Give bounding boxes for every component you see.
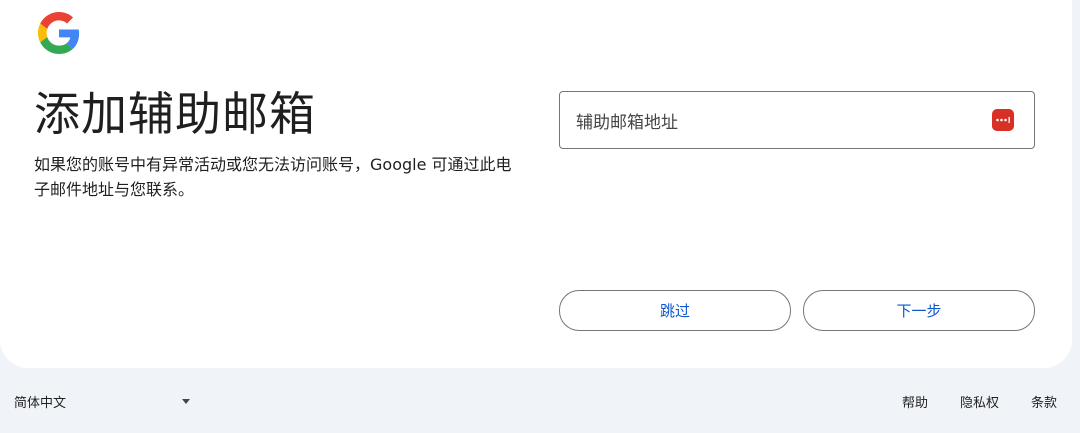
next-button[interactable]: 下一步 [803, 290, 1035, 331]
language-label: 简体中文 [14, 396, 67, 411]
recovery-email-label: 辅助邮箱地址 [576, 112, 678, 133]
terms-link[interactable]: 条款 [1031, 392, 1057, 411]
privacy-link[interactable]: 隐私权 [960, 392, 999, 411]
language-selector[interactable]: 简体中文 [14, 392, 190, 411]
skip-button[interactable]: 跳过 [559, 290, 791, 331]
password-dots-icon [996, 117, 1010, 123]
recovery-email-field[interactable]: 辅助邮箱地址 [559, 91, 1035, 149]
help-link[interactable]: 帮助 [902, 392, 928, 411]
footer: 简体中文 帮助 隐私权 条款 [0, 368, 1080, 433]
caret-down-icon [182, 399, 190, 404]
page-title: 添加辅助邮箱 [34, 87, 316, 141]
page-description: 如果您的账号中有异常活动或您无法访问账号，Google 可通过此电子邮件地址与您… [34, 155, 512, 199]
google-g-icon [38, 12, 80, 54]
password-manager-icon[interactable] [992, 109, 1014, 131]
main-card: 添加辅助邮箱 如果您的账号中有异常活动或您无法访问账号，Google 可通过此电… [0, 0, 1072, 368]
